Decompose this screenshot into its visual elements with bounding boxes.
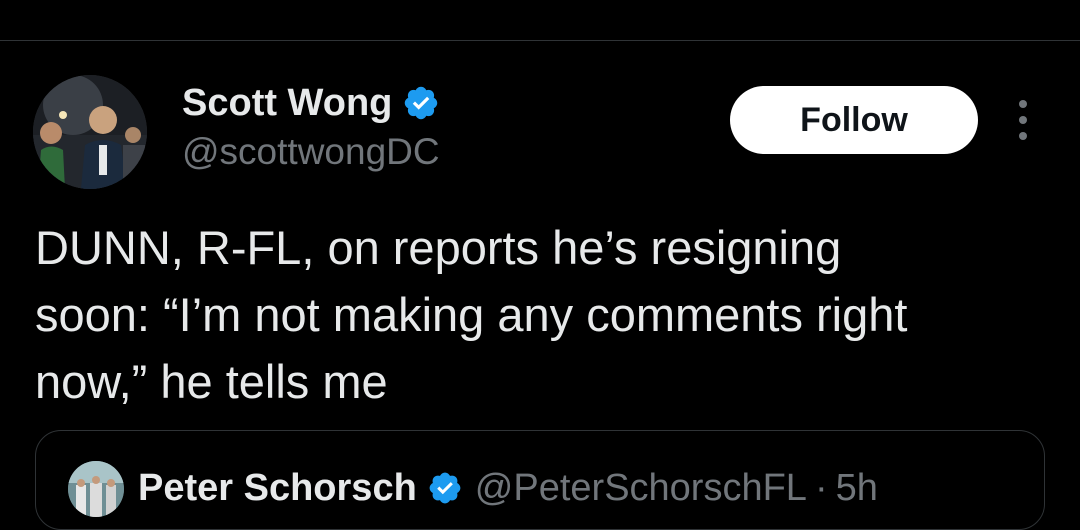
tweet-text-line: now,” he tells me xyxy=(35,355,388,408)
author-name[interactable]: Scott Wong xyxy=(182,80,440,126)
quoted-author-handle[interactable]: @PeterSchorschFL xyxy=(475,465,807,511)
author-handle[interactable]: @scottwongDC xyxy=(182,130,440,174)
quoted-avatar-photo xyxy=(68,461,124,517)
quoted-tweet-card[interactable]: Peter Schorsch @PeterSchorschFL · 5h xyxy=(35,430,1045,530)
separator-dot: · xyxy=(814,467,828,509)
more-dot xyxy=(1019,132,1027,140)
author-name-text[interactable]: Scott Wong xyxy=(182,80,392,126)
author-avatar[interactable] xyxy=(33,75,147,189)
quoted-tweet-timestamp[interactable]: 5h xyxy=(836,465,878,511)
verified-badge-icon xyxy=(429,472,461,504)
more-dot xyxy=(1019,100,1027,108)
tweet-text-line: soon: “I’m not making any comments right xyxy=(35,288,908,341)
tweet-text-line: DUNN, R-FL, on reports he’s resigning xyxy=(35,221,842,274)
more-dot xyxy=(1019,116,1027,124)
more-vertical-icon[interactable] xyxy=(1012,100,1034,140)
quoted-tweet-header: Peter Schorsch @PeterSchorschFL · 5h xyxy=(138,465,878,511)
follow-button[interactable]: Follow xyxy=(730,86,978,154)
top-bar xyxy=(0,0,1080,41)
verified-badge-icon xyxy=(405,86,438,120)
quoted-author-name[interactable]: Peter Schorsch xyxy=(138,465,417,511)
tweet-text: DUNN, R-FL, on reports he’s resigning so… xyxy=(35,214,1045,415)
avatar-photo xyxy=(33,75,147,189)
quoted-author-avatar[interactable] xyxy=(68,461,124,517)
